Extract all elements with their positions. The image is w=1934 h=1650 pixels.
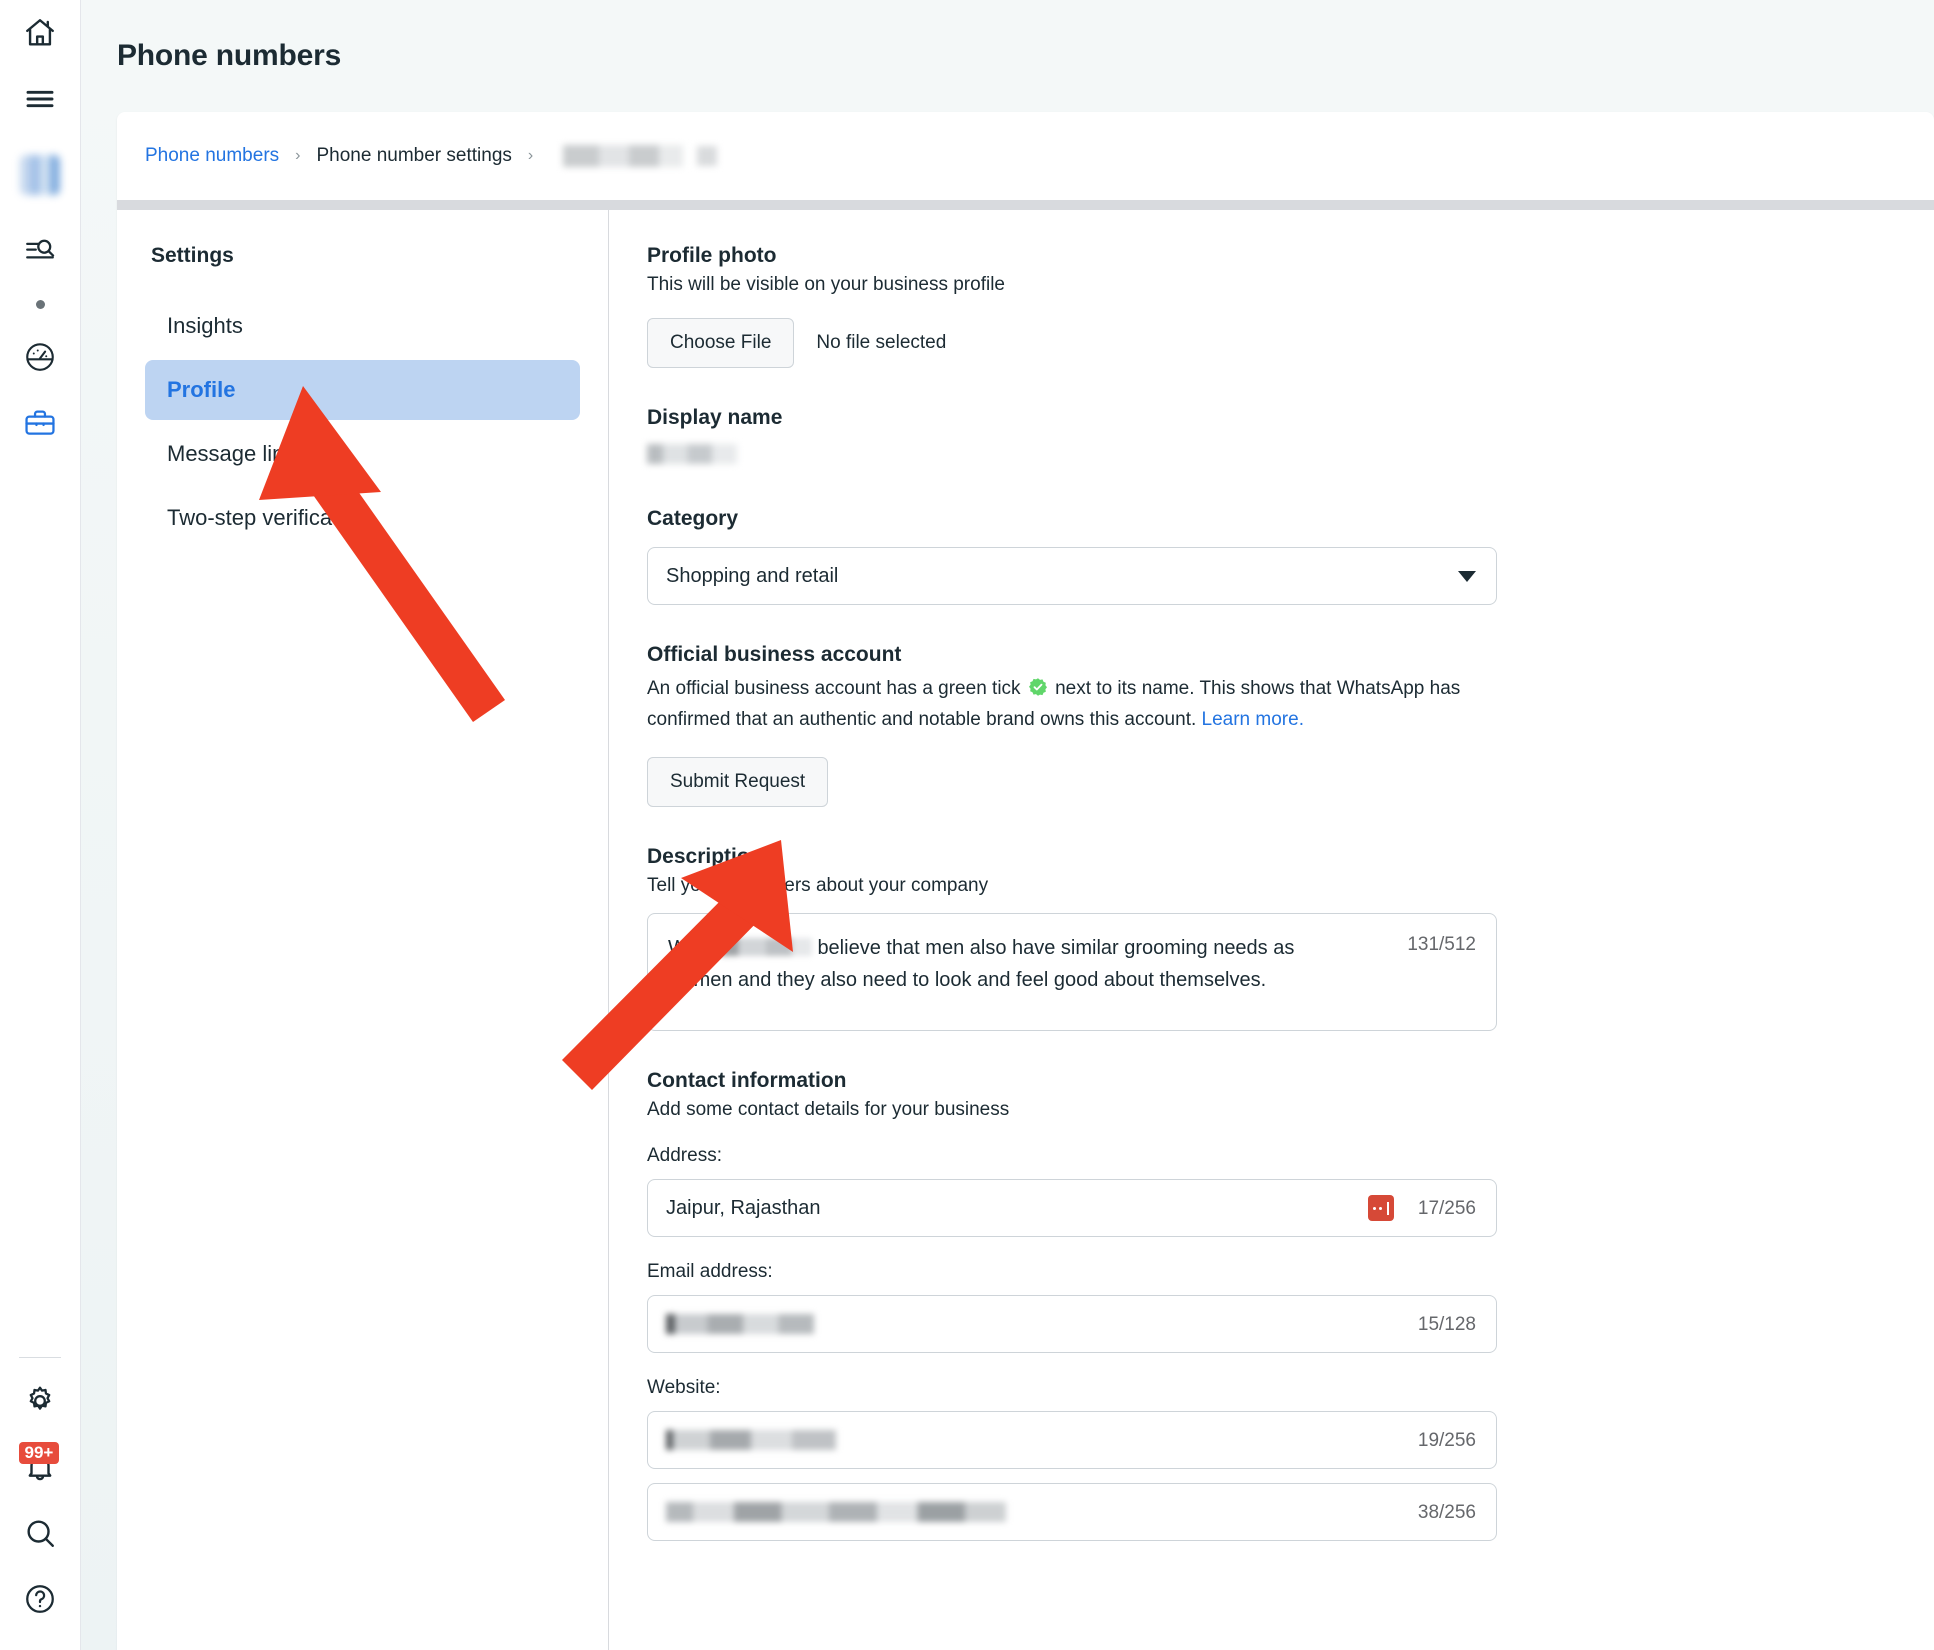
description-textarea[interactable]: We at believe that men also have similar…	[647, 913, 1497, 1031]
website-input[interactable]: 19/256	[647, 1411, 1497, 1469]
avatar-image-redacted	[20, 155, 60, 195]
sidebar-item-insights[interactable]: Insights	[145, 296, 580, 356]
page-title: Phone numbers	[117, 39, 342, 72]
card-body: Settings Insights Profile Message links …	[117, 210, 1934, 1650]
file-selected-status: No file selected	[816, 332, 947, 353]
address-input[interactable]: Jaipur, Rajasthan 17/256	[647, 1179, 1497, 1237]
sidebar-item-label: Profile	[167, 377, 236, 402]
breadcrumb-item-redacted-2	[697, 146, 718, 166]
rail-bottom-group: 99+	[0, 1357, 80, 1650]
profile-photo-title: Profile photo	[647, 244, 777, 267]
briefcase-icon[interactable]	[0, 390, 81, 456]
oba-text-part-1: An official business account has a green…	[647, 678, 1021, 699]
display-name-value-redacted	[647, 444, 737, 464]
sidebar-item-message-links[interactable]: Message links	[145, 424, 580, 484]
description-text-before: We at	[668, 937, 720, 959]
sidebar-item-label: Message links	[167, 441, 307, 466]
rail-top-group	[0, 0, 80, 456]
submit-request-button[interactable]: Submit Request	[647, 757, 829, 807]
address-input-value: Jaipur, Rajasthan	[666, 1196, 821, 1219]
address-char-counter: 17/256	[1417, 1198, 1476, 1219]
official-business-account-section: Official business account An official bu…	[647, 643, 1934, 807]
website-label: Website:	[647, 1377, 721, 1398]
official-business-account-description: An official business account has a green…	[647, 673, 1507, 735]
display-name-title: Display name	[647, 406, 783, 429]
page-header: Phone numbers	[81, 0, 1934, 112]
gear-icon[interactable]	[0, 1368, 81, 1434]
email-input[interactable]: 15/128	[647, 1295, 1497, 1353]
green-tick-icon	[1028, 676, 1048, 696]
email-char-counter: 15/128	[1417, 1314, 1476, 1335]
content-card: Phone numbers › Phone number settings › …	[117, 112, 1934, 1650]
description-section: Description Tell your customers about yo…	[647, 845, 1934, 1031]
main-region: Phone numbers Phone numbers › Phone numb…	[81, 0, 1934, 1650]
sidebar-item-label: Two-step verification	[167, 505, 368, 530]
website-input-value-redacted	[666, 1430, 836, 1450]
sidebar-item-profile[interactable]: Profile	[145, 360, 580, 420]
bell-icon[interactable]: 99+	[0, 1434, 81, 1500]
red-dots-badge-icon[interactable]	[1367, 1195, 1394, 1221]
category-selected-value: Shopping and retail	[666, 564, 839, 587]
email-label: Email address:	[647, 1261, 773, 1282]
breadcrumb-item-phone-number-settings[interactable]: Phone number settings	[316, 145, 511, 167]
breadcrumb-item-phone-numbers[interactable]: Phone numbers	[145, 145, 279, 167]
sidebar-item-label: Insights	[167, 313, 243, 338]
description-title: Description	[647, 845, 763, 868]
status-dot-icon[interactable]	[0, 284, 81, 324]
rail-divider	[19, 1357, 61, 1358]
contact-information-subtitle: Add some contact details for your busine…	[647, 1099, 1010, 1120]
breadcrumb-separator-icon: ›	[295, 147, 301, 164]
profile-photo-subtitle: This will be visible on your business pr…	[647, 274, 1005, 295]
email-input-value-redacted	[666, 1314, 814, 1334]
settings-nav-title: Settings	[151, 244, 234, 267]
left-nav-rail: 99+	[0, 0, 81, 1650]
search-list-icon[interactable]	[0, 218, 81, 284]
official-business-account-title: Official business account	[647, 643, 902, 666]
description-subtitle: Tell your customers about your company	[647, 875, 989, 896]
sidebar-item-two-step-verification[interactable]: Two-step verification	[145, 488, 580, 548]
address-input-right-group: 17/256	[1367, 1195, 1476, 1221]
home-icon[interactable]	[0, 0, 81, 66]
chevron-down-icon	[1458, 570, 1476, 582]
profile-settings-content: Profile photo This will be visible on yo…	[609, 210, 1934, 1650]
learn-more-link[interactable]: Learn more.	[1202, 709, 1304, 730]
account-avatar[interactable]	[0, 132, 81, 218]
menu-icon[interactable]	[0, 66, 81, 132]
description-char-counter: 131/512	[1407, 934, 1476, 955]
card-divider	[117, 200, 1934, 210]
website-secondary-input[interactable]: 38/256	[647, 1483, 1497, 1541]
profile-photo-section: Profile photo This will be visible on yo…	[647, 244, 1934, 368]
dot-shape	[35, 299, 45, 309]
speedometer-icon[interactable]	[0, 324, 81, 390]
file-picker-row: Choose File No file selected	[647, 318, 1934, 368]
website-secondary-value-redacted	[666, 1502, 1006, 1522]
breadcrumb-item-redacted	[563, 145, 684, 167]
contact-information-title: Contact information	[647, 1069, 847, 1092]
category-select[interactable]: Shopping and retail	[647, 547, 1497, 605]
address-label: Address:	[647, 1145, 722, 1166]
website-char-counter: 19/256	[1417, 1430, 1476, 1451]
description-brand-redacted	[719, 938, 812, 956]
description-textarea-value: We at believe that men also have similar…	[668, 932, 1358, 1012]
help-icon[interactable]	[0, 1566, 81, 1632]
choose-file-button[interactable]: Choose File	[647, 318, 795, 368]
notification-badge: 99+	[18, 1442, 60, 1464]
settings-nav: Settings Insights Profile Message links …	[117, 210, 609, 1650]
website-secondary-char-counter: 38/256	[1417, 1502, 1476, 1523]
display-name-section: Display name	[647, 406, 1934, 469]
search-icon[interactable]	[0, 1500, 81, 1566]
breadcrumb-separator-icon-2: ›	[527, 147, 534, 164]
contact-information-section: Contact information Add some contact det…	[647, 1069, 1934, 1541]
category-section: Category Shopping and retail	[647, 507, 1934, 605]
category-title: Category	[647, 507, 739, 530]
breadcrumb: Phone numbers › Phone number settings ›	[117, 112, 1934, 200]
